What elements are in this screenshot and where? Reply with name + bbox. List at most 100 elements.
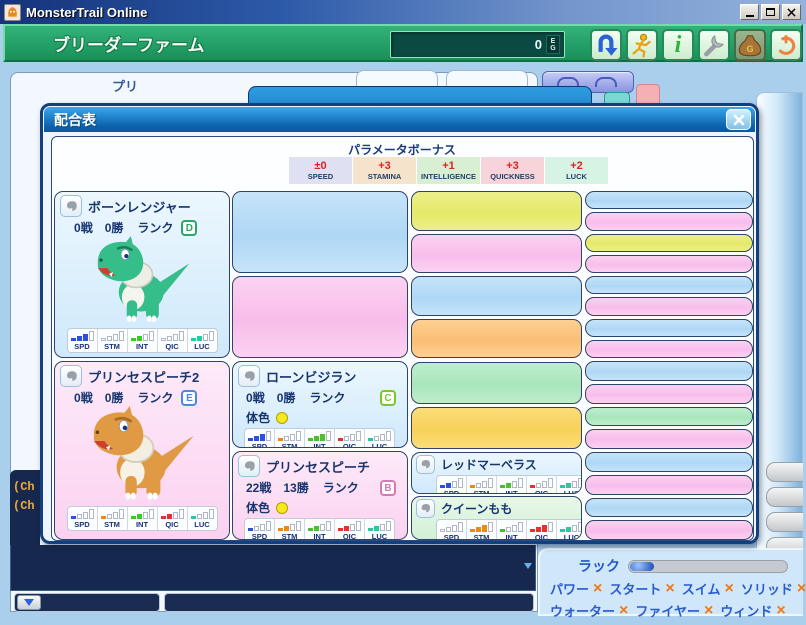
cross-icon: × [796,579,806,597]
dialog-title: 配合表 [54,111,96,128]
cross-icon: × [665,579,675,597]
breeding-result-cell-blue[interactable] [585,361,753,381]
chat-line: (Ch [13,499,35,514]
monster-select-button[interactable] [416,455,435,474]
breeding-result-cell-pink[interactable] [585,383,753,404]
background-list-bar[interactable] [766,487,803,507]
luck-meter-fill [630,561,654,571]
stat-gauges: SPD STM INT QIC LUC [436,475,581,493]
monster-card-queen-momo[interactable]: クイーンもも SPD STM INT QIC LUC [411,496,582,540]
breeding-result-cell-pink[interactable] [585,520,753,540]
stat-gauge-int: INT [496,520,526,539]
abilities-row-1: パワー × スタート × スイム × ソリッド × [550,579,806,598]
dialog-close-button[interactable] [726,109,751,130]
breeding-result-cell-pink[interactable] [585,297,753,316]
stat-gauge-stm: STM [274,429,304,447]
chat-message-input[interactable] [164,593,534,612]
breeding-result-cell-pink[interactable] [585,474,753,495]
breeding-result-cell-orange[interactable] [411,318,582,358]
stat-gauges: SPD STM INT QIC LUC [244,518,395,539]
channel-dropdown-button[interactable] [17,595,41,610]
rank-badge: E [181,389,198,406]
chat-log-clipped: (Ch (Ch [10,470,40,545]
cross-icon: × [619,601,629,619]
breeding-result-cell-blue[interactable] [585,276,753,295]
background-tab[interactable] [446,70,528,87]
monster-select-button[interactable] [238,365,260,387]
monster-select-button[interactable] [60,195,82,217]
breeding-result-cell-pink[interactable] [585,339,753,358]
farm-title: ブリーダーファーム [53,35,205,55]
breeding-result-cell-green[interactable] [585,406,753,427]
stat-gauge-spd: SPD [245,429,274,447]
return-button[interactable] [590,29,622,61]
result-cells-col4-bottom [585,361,753,540]
tools-button[interactable] [698,29,730,61]
stat-gauge-luc: LUC [186,507,217,530]
breeding-result-cell-pink[interactable] [585,429,753,449]
stat-gauge-stm: STM [466,520,496,539]
dialog-titlebar[interactable]: 配合表 [44,107,755,132]
breeding-result-cell-green[interactable] [411,362,582,404]
parameter-bonus-row: ±0 SPEED +3 STAMINA +1 INTELLIGENCE +3 QUICKNES… [289,157,608,184]
stat-gauge-qic: QIC [334,429,364,447]
stat-gauge-qic: QIC [156,329,187,352]
monster-head-icon [421,503,431,513]
breeding-result-cell-yellow[interactable] [411,191,582,231]
breeding-result-cell-blue[interactable] [585,191,753,210]
breeding-result-cell-blue[interactable] [585,452,753,472]
monster-card-bone-ranger[interactable]: ボーンレンジャー 0戦 0勝 ランク D SPD STM INT QIC LUC [54,191,230,358]
monster-select-button[interactable] [60,365,82,387]
monster-name: レッドマーベラス [441,458,537,472]
stat-gauge-stm: STM [274,519,304,539]
stat-gauges: SPD STM INT QIC LUC [66,506,218,531]
window-title: MonsterTrail Online [26,4,148,20]
money-bag-button[interactable]: G [734,29,766,61]
run-button[interactable] [626,29,658,61]
breeding-result-cell-blue[interactable] [585,318,753,337]
monster-portrait [60,236,224,326]
monster-card-princess-peach[interactable]: プリンセスピーチ 22 戦 13 勝 ランク B 体色 SPD STM INT QIC LU… [232,451,408,540]
monster-card-lone-vigilan[interactable]: ローンビジラン 0戦 0勝 ランク C 体色 SPD STM INT QIC LUC [232,361,408,448]
monster-card-princess-peach2[interactable]: プリンセスピーチ2 0戦 0勝 ランク E SPD STM INT QIC LU… [54,361,230,540]
minimize-button[interactable] [740,4,759,20]
chat-channel-input[interactable] [14,593,160,612]
chat-scroll-button[interactable] [524,563,532,587]
background-pink-tab[interactable] [636,84,660,104]
monster-card-red-marvelous[interactable]: レッドマーベラス SPD STM INT QIC LUC [411,452,582,494]
luck-panel: ラック パワー × スタート × スイム × ソリッド × ウォーター × ファイヤー × ウィンド × [538,548,806,619]
monster-head-icon [66,370,77,381]
app-icon [4,3,21,21]
ability-label: ソリッド [740,582,793,597]
monster-name: プリンセスピーチ [266,459,371,475]
info-button[interactable]: i [662,29,694,61]
stat-gauge-stm: STM [466,476,496,493]
background-tab[interactable] [356,70,438,87]
breeding-result-cell-pink[interactable] [585,254,753,273]
monster-portrait [60,406,224,504]
monster-select-button[interactable] [416,499,435,518]
background-list-bar[interactable] [766,512,803,532]
close-button[interactable] [782,4,801,20]
background-list-bar[interactable] [766,462,803,482]
monster-select-button[interactable] [238,455,260,477]
stat-gauge-qic: QIC [526,520,556,539]
breeding-result-cell-blue[interactable] [232,191,408,273]
breeding-result-cell-pink[interactable] [232,276,408,358]
ability-label: ウォーター [550,604,616,619]
monster-head-icon [66,200,77,211]
maximize-button[interactable] [761,4,780,20]
breeding-result-cell-gold[interactable] [411,407,582,449]
breeding-result-cell-pink[interactable] [411,233,582,273]
money-value: 0 [534,37,542,52]
breeding-result-cell-pink[interactable] [585,212,753,231]
money-display: 0 E G [390,31,565,58]
window-titlebar[interactable]: MonsterTrail Online [0,0,806,24]
breeding-result-cell-blue[interactable] [585,497,753,518]
breeding-result-cell-blue[interactable] [411,276,582,316]
result-cells-col4-top [585,191,753,358]
power-button[interactable] [770,29,802,61]
bonus-luck: +2 LUCK [545,157,608,184]
breeding-result-cell-yellow[interactable] [585,233,753,252]
chat-panel [10,545,536,591]
